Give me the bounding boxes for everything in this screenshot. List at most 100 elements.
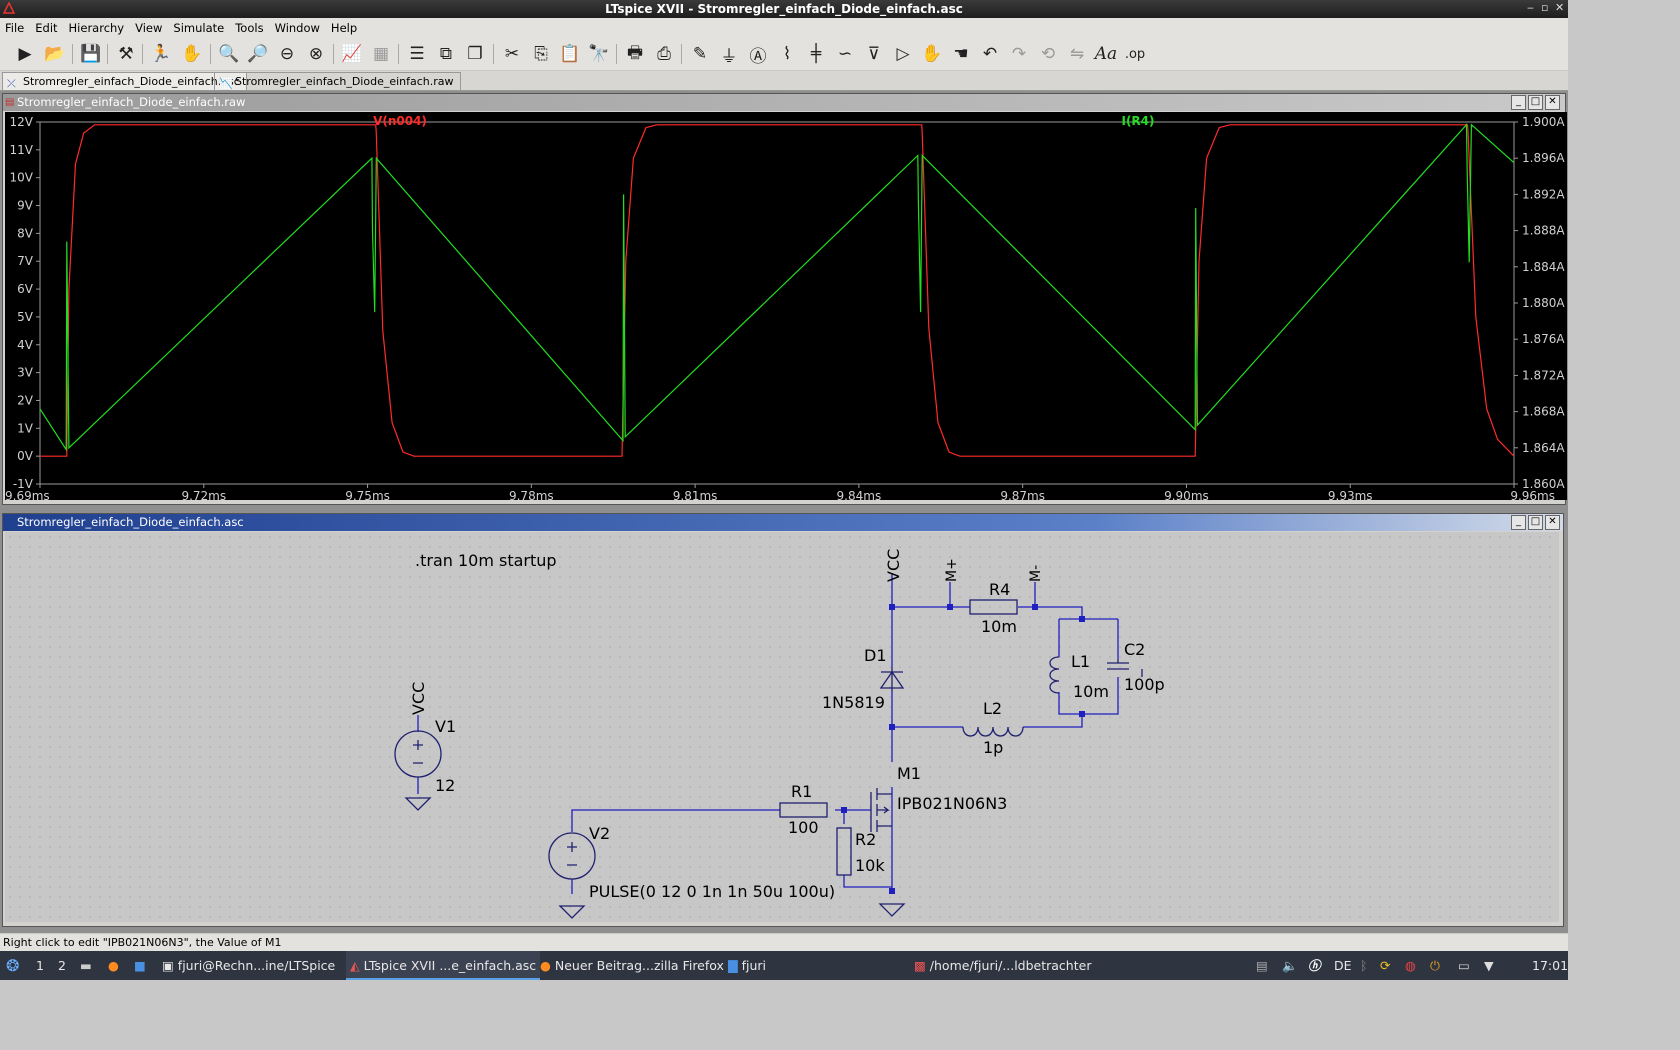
r4-value[interactable]: 10m	[981, 617, 1017, 636]
waveform-chart[interactable]: 12V11V10V9V8V7V6V5V4V3V2V1V0V-1V1.900A1.…	[5, 112, 1567, 503]
vcc-label-top[interactable]: VCC	[884, 549, 903, 582]
r1-name[interactable]: R1	[791, 782, 812, 801]
l2-name[interactable]: L2	[983, 699, 1002, 718]
halt-hand-icon[interactable]: ✋	[179, 41, 205, 67]
desktop-icon[interactable]: ■	[134, 951, 146, 980]
text-icon[interactable]: Aa	[1093, 41, 1119, 67]
copy-icon[interactable]: ⎘	[528, 41, 554, 67]
power-icon[interactable]: ⏻	[1430, 951, 1440, 980]
run-man-icon[interactable]: 🏃	[148, 41, 174, 67]
zoom-out-icon[interactable]: ⊖	[274, 41, 300, 67]
v2-name[interactable]: V2	[589, 824, 610, 843]
c2-value[interactable]: 100p	[1124, 675, 1165, 694]
tile-vertical-icon[interactable]: ⧉	[433, 41, 459, 67]
tab-waveform[interactable]: 📉 Stromregler_einfach_Diode_einfach.raw	[214, 72, 461, 90]
d1-value[interactable]: 1N5819	[822, 693, 885, 712]
spice-directive[interactable]: .tran 10m startup	[415, 551, 557, 570]
menu-tools[interactable]: Tools	[230, 18, 269, 35]
menu-edit[interactable]: Edit	[30, 18, 63, 35]
minimize-icon[interactable]: ‒	[1527, 1, 1534, 14]
sync-icon[interactable]: ◍	[1405, 951, 1416, 980]
workspace-2[interactable]: 2	[58, 951, 66, 980]
undo-icon[interactable]: ↶	[977, 41, 1003, 67]
task-folder[interactable]: ▇ fjuri	[728, 951, 766, 980]
find-icon[interactable]: 🔭	[586, 41, 612, 67]
l1-value[interactable]: 10m	[1073, 682, 1109, 701]
task-ltspice[interactable]: ◭ LTspice XVII ...e_einfach.asc	[346, 951, 541, 980]
m-plus-label[interactable]: M+	[944, 558, 960, 582]
minimize-icon[interactable]: _	[1511, 95, 1526, 110]
run-icon[interactable]: ▶	[12, 41, 38, 67]
task-image-viewer[interactable]: ▩ /home/fjuri/...ldbetrachter	[914, 951, 1091, 980]
firefox-launcher-icon[interactable]: ●	[108, 951, 119, 980]
keyboard-layout[interactable]: DE	[1334, 951, 1352, 980]
menu-help[interactable]: Help	[326, 18, 363, 35]
open-icon[interactable]: 📂	[42, 41, 68, 67]
v1-value[interactable]: 12	[435, 776, 455, 795]
v2-value[interactable]: PULSE(0 12 0 1n 1n 50u 100u)	[589, 882, 835, 901]
hammer-icon[interactable]: ⚒	[113, 41, 139, 67]
minimize-icon[interactable]: _	[1511, 515, 1526, 530]
hp-icon[interactable]: ⓗ	[1308, 951, 1321, 980]
c2-name[interactable]: C2	[1124, 640, 1145, 659]
l2-value[interactable]: 1p	[983, 738, 1003, 757]
menu-file[interactable]: File	[0, 18, 30, 35]
inductor-icon[interactable]: ∽	[832, 41, 858, 67]
drag-icon[interactable]: ☚	[948, 41, 974, 67]
waveform-window-title[interactable]: ▤ Stromregler_einfach_Diode_einfach.raw …	[3, 94, 1565, 111]
maximize-icon[interactable]: ▫	[1541, 1, 1548, 14]
component-icon[interactable]: ▷	[890, 41, 916, 67]
l1-name[interactable]: L1	[1071, 652, 1090, 671]
notes-icon[interactable]: ▭	[1458, 951, 1470, 980]
volume-icon[interactable]: 🔈	[1282, 951, 1298, 980]
task-firefox[interactable]: ● Neuer Beitrag...zilla Firefox	[540, 951, 724, 980]
schematic-window-title[interactable]: Stromregler_einfach_Diode_einfach.asc _ …	[3, 514, 1563, 531]
zoom-in-icon[interactable]: 🔍	[216, 41, 242, 67]
updates-icon[interactable]: ⟳	[1380, 951, 1390, 980]
network-icon[interactable]: ▼	[1484, 951, 1494, 980]
resistor-icon[interactable]: ⌇	[774, 41, 800, 67]
trace-label-2[interactable]: I(R4)	[1121, 114, 1154, 128]
diode-icon[interactable]: ⊽	[861, 41, 887, 67]
print-preview-icon[interactable]: 🖶	[622, 41, 648, 67]
spice-directive-icon[interactable]: .op	[1122, 41, 1148, 67]
cascade-icon[interactable]: ❐	[462, 41, 488, 67]
menu-view[interactable]: View	[130, 18, 168, 35]
autorange-icon[interactable]: 📈	[339, 41, 365, 67]
label-icon[interactable]: Ⓐ	[745, 41, 771, 67]
ground-icon[interactable]: ⏚	[716, 41, 742, 67]
r2-name[interactable]: R2	[855, 830, 876, 849]
move-icon[interactable]: ✋	[919, 41, 945, 67]
redo-icon[interactable]: ↷	[1006, 41, 1032, 67]
menu-simulate[interactable]: Simulate	[168, 18, 230, 35]
zoom-fit-icon[interactable]: ⊗	[303, 41, 329, 67]
capacitor-icon[interactable]: ╪	[803, 41, 829, 67]
schematic-drawing[interactable]: .tran 10m startup R4 10m D1 1N5819 L1 10…	[5, 532, 1559, 922]
wire-icon[interactable]: ✎	[687, 41, 713, 67]
m1-name[interactable]: M1	[897, 764, 921, 783]
workspace-1[interactable]: 1	[36, 951, 44, 980]
menu-window[interactable]: Window	[270, 18, 326, 35]
grid-icon[interactable]: ▦	[368, 41, 394, 67]
clipboard-icon[interactable]: ▤	[1256, 951, 1268, 980]
maximize-icon[interactable]: □	[1528, 95, 1543, 110]
start-menu-icon[interactable]: ❂	[6, 951, 19, 980]
zoom-area-icon[interactable]: 🔎	[245, 41, 271, 67]
m1-value[interactable]: IPB021N06N3	[897, 794, 1007, 813]
vcc-label-v1[interactable]: VCC	[409, 682, 428, 715]
cut-icon[interactable]: ✂	[499, 41, 525, 67]
m-minus-label[interactable]: M-	[1028, 565, 1044, 582]
tab-schematic[interactable]: ⤫ Stromregler_einfach_Diode_einfach.asc	[2, 72, 247, 90]
r2-value[interactable]: 10k	[855, 856, 885, 875]
r4-name[interactable]: R4	[989, 580, 1010, 599]
close-icon[interactable]: ✕	[1545, 515, 1560, 530]
tile-horizontal-icon[interactable]: ☰	[404, 41, 430, 67]
r1-value[interactable]: 100	[788, 818, 819, 837]
rotate-icon[interactable]: ⟲	[1035, 41, 1061, 67]
mirror-icon[interactable]: ⇋	[1064, 41, 1090, 67]
menu-hierarchy[interactable]: Hierarchy	[64, 18, 131, 35]
paste-icon[interactable]: 📋	[557, 41, 583, 67]
v1-name[interactable]: V1	[435, 717, 456, 736]
save-icon[interactable]: 💾	[78, 41, 104, 67]
maximize-icon[interactable]: □	[1528, 515, 1543, 530]
